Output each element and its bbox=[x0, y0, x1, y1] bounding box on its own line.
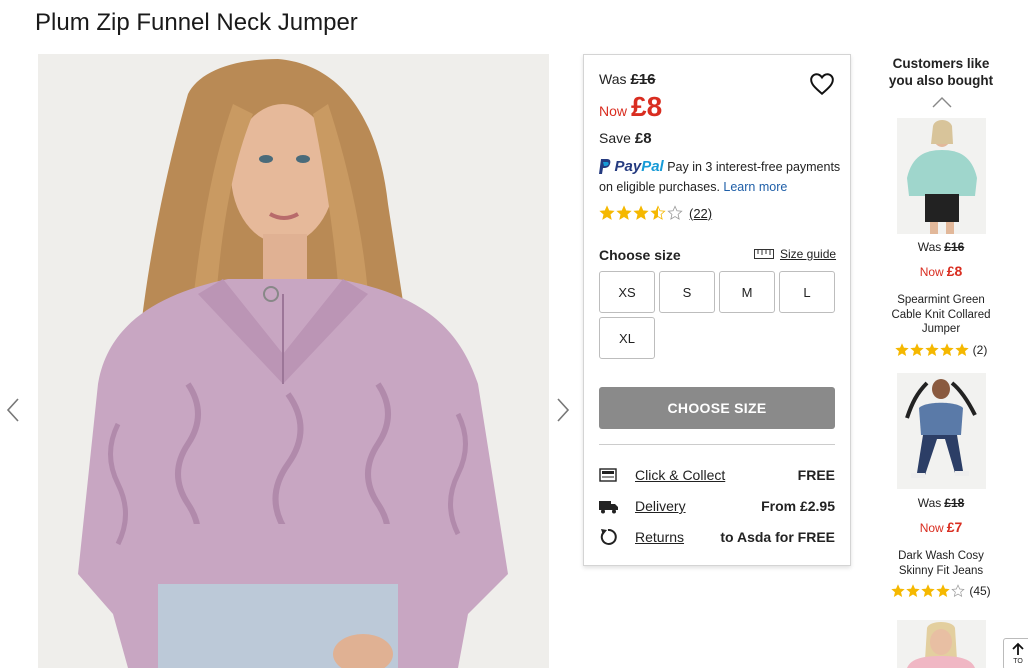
chevron-left-icon bbox=[6, 398, 19, 422]
rec-review-count: (45) bbox=[969, 584, 991, 598]
rec-rating-stars bbox=[894, 343, 969, 357]
product-photo bbox=[38, 54, 549, 668]
star-icon bbox=[909, 343, 924, 356]
save-label: Save bbox=[599, 130, 631, 146]
recommendation-photo bbox=[897, 620, 986, 668]
star-icon bbox=[599, 205, 615, 220]
recommendation-now-price: Now £8 bbox=[886, 263, 996, 279]
recommendation-rating: (2) bbox=[886, 343, 996, 357]
size-option-l[interactable]: L bbox=[779, 271, 835, 313]
star-icon bbox=[951, 584, 966, 597]
returns-info: to Asda for FREE bbox=[720, 529, 835, 545]
star-icon bbox=[924, 343, 939, 356]
paypal-icon bbox=[599, 159, 611, 179]
star-icon bbox=[921, 584, 936, 597]
store-icon bbox=[599, 466, 619, 484]
delivery-option-click-collect: Click & Collect FREE bbox=[599, 465, 835, 485]
size-option-xl[interactable]: XL bbox=[599, 317, 655, 359]
star-icon bbox=[667, 205, 683, 220]
chevron-right-icon bbox=[557, 398, 570, 422]
recommendation-now-price: Now £7 bbox=[886, 519, 996, 535]
rec-rating-stars bbox=[891, 584, 966, 598]
rec-now-amount: £8 bbox=[946, 263, 963, 279]
star-icon bbox=[650, 205, 666, 220]
click-collect-price: FREE bbox=[797, 467, 835, 483]
paypal-brand-pay: Pay bbox=[614, 158, 642, 175]
favourite-button[interactable] bbox=[809, 71, 835, 97]
back-to-top-button[interactable]: TO bbox=[1003, 638, 1028, 668]
size-option-xs[interactable]: XS bbox=[599, 271, 655, 313]
paypal-banner: PayPal Pay in 3 interest-free payments o… bbox=[599, 158, 844, 196]
delivery-price: From £2.95 bbox=[761, 498, 835, 514]
recommendations-title: Customers like you also bought bbox=[888, 56, 994, 88]
recommendation-photo bbox=[897, 373, 986, 489]
recommendation-name[interactable]: Spearmint Green Cable Knit Collared Jump… bbox=[882, 293, 1000, 337]
star-icon bbox=[936, 584, 951, 597]
star-icon bbox=[906, 584, 921, 597]
star-icon bbox=[891, 584, 906, 597]
divider bbox=[599, 444, 835, 445]
product-rating: (22) bbox=[599, 205, 712, 221]
paypal-learn-more-link[interactable]: Learn more bbox=[723, 180, 787, 194]
size-option-s[interactable]: S bbox=[659, 271, 715, 313]
click-collect-link[interactable]: Click & Collect bbox=[635, 467, 798, 483]
returns-link[interactable]: Returns bbox=[635, 529, 720, 545]
ruler-icon bbox=[754, 249, 774, 259]
recommendations-up-button[interactable] bbox=[931, 95, 953, 109]
rec-was-amount: £18 bbox=[944, 496, 965, 510]
chevron-up-icon bbox=[932, 97, 952, 108]
was-label: Was bbox=[599, 71, 627, 87]
rec-was-label: Was bbox=[917, 240, 942, 254]
star-icon bbox=[954, 343, 969, 356]
paypal-brand-pal: Pal bbox=[641, 158, 664, 175]
heart-icon bbox=[810, 73, 834, 96]
product-image[interactable] bbox=[38, 54, 549, 668]
carousel-prev-button[interactable] bbox=[4, 395, 24, 425]
recommendation-was-price: Was £18 bbox=[886, 496, 996, 510]
star-icon bbox=[616, 205, 632, 220]
delivery-option-home: Delivery From £2.95 bbox=[599, 496, 835, 516]
recommendation-image[interactable] bbox=[897, 118, 986, 234]
rec-review-count: (2) bbox=[972, 343, 988, 357]
paypal-brand: PayPal bbox=[614, 158, 663, 175]
recommendation-photo bbox=[897, 118, 986, 234]
size-guide-label: Size guide bbox=[780, 247, 837, 261]
choose-size-button[interactable]: CHOOSE SIZE bbox=[599, 387, 835, 429]
save-price: Save £8 bbox=[599, 130, 652, 147]
purchase-panel: Was £16 Now £8 Save £8 PayPal Pay in 3 inte… bbox=[583, 54, 851, 566]
now-label: Now bbox=[599, 103, 628, 119]
rec-was-label: Was bbox=[917, 496, 942, 510]
size-option-m[interactable]: M bbox=[719, 271, 775, 313]
rating-stars bbox=[599, 205, 683, 221]
returns-icon bbox=[599, 528, 619, 546]
choose-size-heading: Choose size bbox=[599, 247, 681, 263]
recommendation-was-price: Was £16 bbox=[886, 240, 996, 254]
recommendation-rating: (45) bbox=[886, 584, 996, 598]
rec-now-label: Now bbox=[919, 265, 944, 279]
recommendation-name[interactable]: Dark Wash Cosy Skinny Fit Jeans bbox=[882, 549, 1000, 578]
rec-was-amount: £16 bbox=[944, 240, 965, 254]
was-price: Was £16 bbox=[599, 71, 656, 88]
delivery-option-returns: Returns to Asda for FREE bbox=[599, 527, 835, 547]
delivery-link[interactable]: Delivery bbox=[635, 498, 761, 514]
review-count-link[interactable]: (22) bbox=[689, 206, 712, 221]
carousel-next-button[interactable] bbox=[552, 395, 572, 425]
recommendation-image[interactable] bbox=[897, 620, 986, 668]
star-icon bbox=[939, 343, 954, 356]
rec-now-amount: £7 bbox=[946, 519, 963, 535]
back-to-top-label: TO bbox=[1013, 658, 1023, 665]
arrow-up-icon bbox=[1012, 642, 1024, 655]
truck-icon bbox=[599, 497, 619, 515]
was-amount: £16 bbox=[630, 71, 656, 88]
now-amount: £8 bbox=[631, 91, 663, 122]
star-icon bbox=[894, 343, 909, 356]
star-icon bbox=[633, 205, 649, 220]
page-title: Plum Zip Funnel Neck Jumper bbox=[35, 9, 358, 36]
now-price: Now £8 bbox=[599, 91, 662, 123]
size-guide-link[interactable]: Size guide bbox=[754, 247, 836, 261]
recommendation-image[interactable] bbox=[897, 373, 986, 489]
rec-now-label: Now bbox=[919, 521, 944, 535]
save-amount: £8 bbox=[634, 130, 652, 147]
